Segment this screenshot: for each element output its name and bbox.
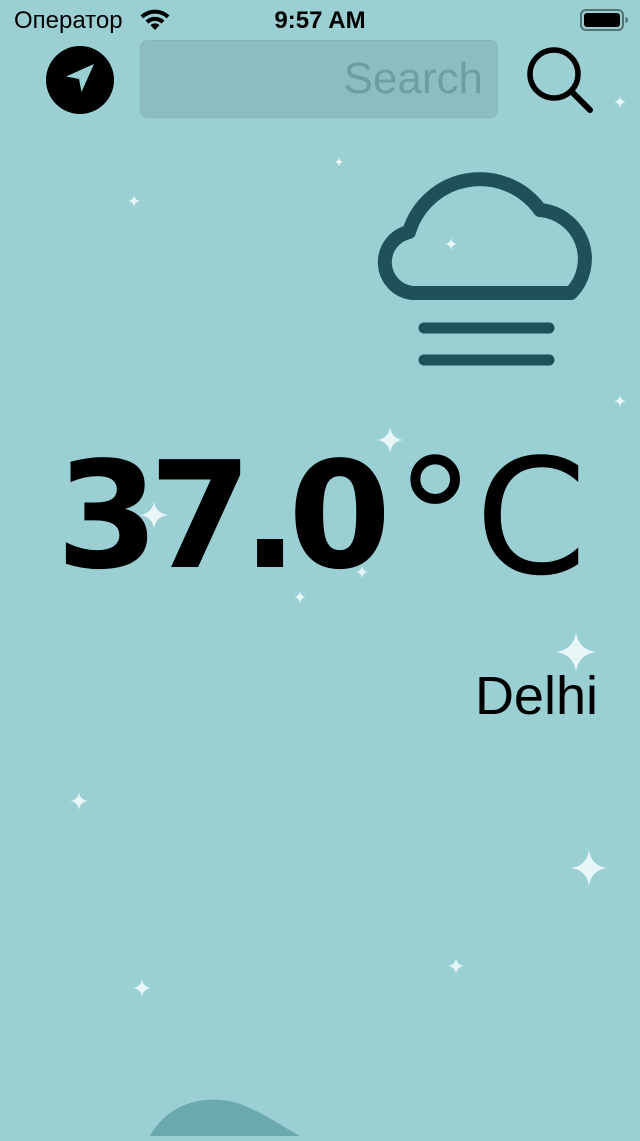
search-button[interactable] [524, 44, 596, 121]
location-arrow-icon [63, 61, 97, 100]
location-button[interactable] [46, 46, 114, 114]
magnifier-icon [524, 47, 596, 120]
clock: 9:57 AM [274, 7, 366, 34]
temperature-display: 37.0 °C [56, 424, 587, 611]
cloud-fog-icon [372, 150, 602, 381]
hill-decoration [150, 1090, 320, 1141]
temperature-value: 37.0 [56, 430, 391, 602]
battery-icon [580, 8, 630, 37]
city-name: Delhi [474, 666, 598, 726]
temperature-unit: °C [395, 424, 587, 611]
search-input[interactable] [141, 41, 497, 117]
search-field[interactable] [140, 40, 498, 118]
